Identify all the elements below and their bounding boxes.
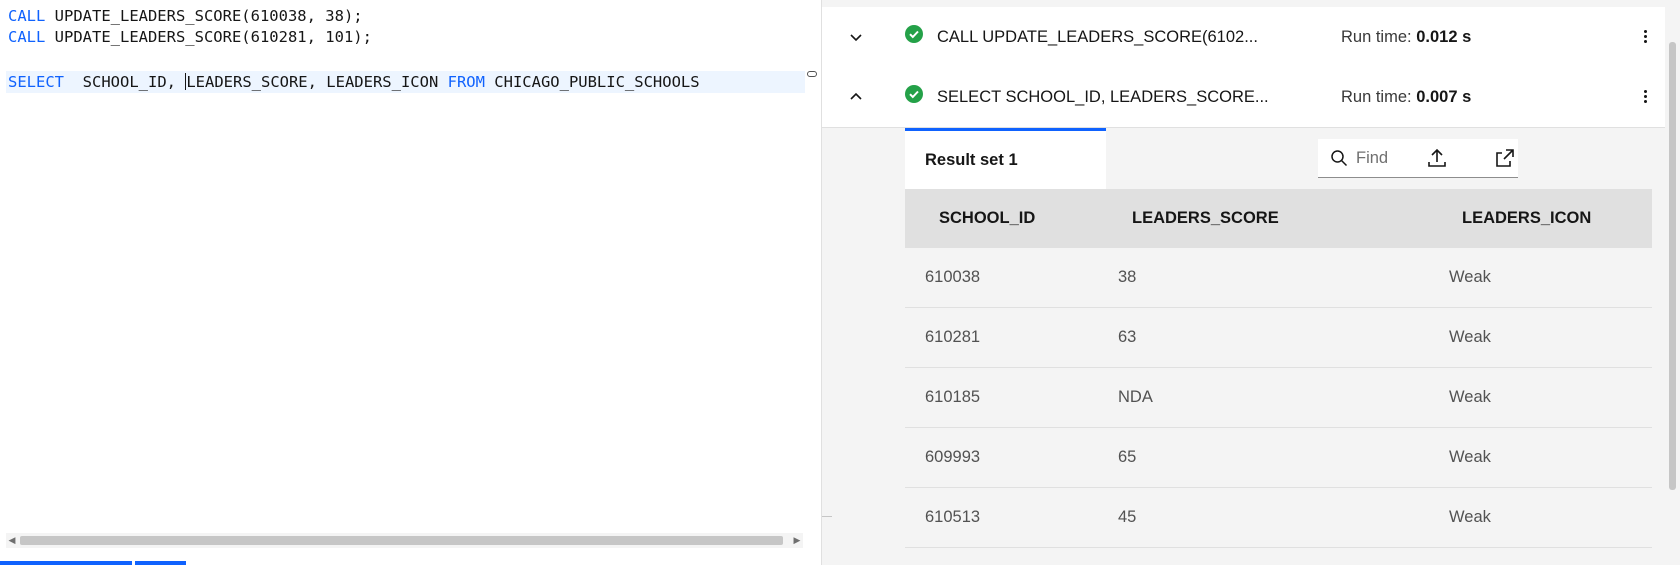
cell-leaders-icon: Weak: [1449, 388, 1491, 406]
editor-horizontal-scrollbar[interactable]: ◀ ▶: [6, 533, 803, 548]
search-icon: [1331, 150, 1348, 167]
run-time-value: 0.007 s: [1416, 88, 1472, 106]
code-keyword: FROM: [447, 73, 485, 91]
success-check-icon: [905, 25, 923, 43]
run-time-value: 0.012 s: [1416, 28, 1472, 46]
cell-leaders-score: 45: [1118, 508, 1137, 526]
table-row[interactable]: 609993 65 Weak: [905, 428, 1652, 488]
code-text: SCHOOL_ID,: [64, 73, 186, 91]
cell-leaders-score: 63: [1118, 328, 1137, 346]
scrollbar-thumb[interactable]: [1669, 42, 1676, 490]
cell-leaders-icon: Weak: [1449, 328, 1491, 346]
cell-school-id: 610281: [925, 328, 981, 346]
upload-icon: [1428, 148, 1446, 167]
code-line[interactable]: CALL UPDATE_LEADERS_SCORE(610281, 101);: [8, 26, 372, 48]
table-row[interactable]: 610513 45 Weak: [905, 488, 1652, 548]
open-in-new-window-button[interactable]: [1488, 141, 1522, 175]
run-history-item[interactable]: CALL UPDATE_LEADERS_SCORE(6102... Run ti…: [822, 7, 1665, 68]
cell-school-id: 610185: [925, 388, 981, 406]
code-text: CHICAGO_PUBLIC_SCHOOLS: [484, 73, 700, 91]
cell-leaders-icon: Weak: [1449, 268, 1491, 286]
cell-leaders-icon: Weak: [1449, 508, 1491, 526]
cell-leaders-score: 65: [1118, 448, 1137, 466]
cell-school-id: 610513: [925, 508, 981, 526]
statement-text: CALL UPDATE_LEADERS_SCORE(6102...: [937, 28, 1258, 46]
run-time: Run time: 0.012 s: [1341, 7, 1471, 67]
scroll-left-icon[interactable]: ◀: [6, 533, 18, 548]
sql-editor[interactable]: CALL UPDATE_LEADERS_SCORE(610038, 38); C…: [0, 0, 822, 565]
code-text: UPDATE_LEADERS_SCORE(610038, 38);: [45, 7, 363, 25]
run-time-label: Run time:: [1341, 88, 1412, 106]
fold-marker-icon[interactable]: [807, 71, 817, 77]
cell-leaders-icon: Weak: [1449, 448, 1491, 466]
scrollbar-thumb[interactable]: [20, 536, 783, 545]
results-table-header: SCHOOL_ID LEADERS_SCORE LEADERS_ICON: [905, 189, 1652, 248]
table-row[interactable]: 610281 63 Weak: [905, 308, 1652, 368]
cell-school-id: 610038: [925, 268, 981, 286]
export-button[interactable]: [1420, 141, 1454, 175]
results-vertical-scrollbar[interactable]: [1665, 0, 1680, 565]
statement-text: SELECT SCHOOL_ID, LEADERS_SCORE...: [937, 88, 1269, 106]
tab-label: Result set 1: [925, 151, 1018, 169]
divider: [822, 516, 832, 517]
success-check-icon: [905, 85, 923, 103]
launch-icon: [1496, 149, 1514, 167]
table-row[interactable]: 610185 NDA Weak: [905, 368, 1652, 428]
chevron-up-icon[interactable]: [848, 89, 864, 105]
chevron-down-icon[interactable]: [848, 29, 864, 45]
bottom-tab-indicator[interactable]: [0, 561, 132, 565]
code-text: UPDATE_LEADERS_SCORE(610281, 101);: [45, 28, 372, 46]
column-header-school-id[interactable]: SCHOOL_ID: [939, 189, 1035, 248]
results-panel: CALL UPDATE_LEADERS_SCORE(6102... Run ti…: [822, 0, 1680, 565]
column-header-leaders-score[interactable]: LEADERS_SCORE: [1132, 189, 1279, 248]
bottom-tab-indicator[interactable]: [135, 561, 186, 565]
overflow-menu-icon[interactable]: [1642, 88, 1648, 106]
table-row[interactable]: 610038 38 Weak: [905, 248, 1652, 308]
cell-leaders-score: 38: [1118, 268, 1137, 286]
tab-result-set-1[interactable]: Result set 1: [905, 128, 1106, 192]
run-history-item[interactable]: SELECT SCHOOL_ID, LEADERS_SCORE... Run t…: [822, 67, 1665, 128]
code-keyword: SELECT: [8, 73, 64, 91]
code-keyword: CALL: [8, 7, 46, 25]
code-line-active[interactable]: SELECT SCHOOL_ID, LEADERS_SCORE, LEADERS…: [6, 71, 805, 93]
overflow-menu-icon[interactable]: [1642, 28, 1648, 46]
code-line[interactable]: CALL UPDATE_LEADERS_SCORE(610038, 38);: [8, 5, 363, 27]
cell-leaders-score: NDA: [1118, 388, 1153, 406]
run-time: Run time: 0.007 s: [1341, 67, 1471, 127]
run-time-label: Run time:: [1341, 28, 1412, 46]
scroll-right-icon[interactable]: ▶: [791, 533, 803, 548]
column-header-leaders-icon[interactable]: LEADERS_ICON: [1462, 189, 1591, 248]
code-keyword: CALL: [8, 28, 46, 46]
cell-school-id: 609993: [925, 448, 981, 466]
code-text: LEADERS_SCORE, LEADERS_ICON: [186, 73, 448, 91]
